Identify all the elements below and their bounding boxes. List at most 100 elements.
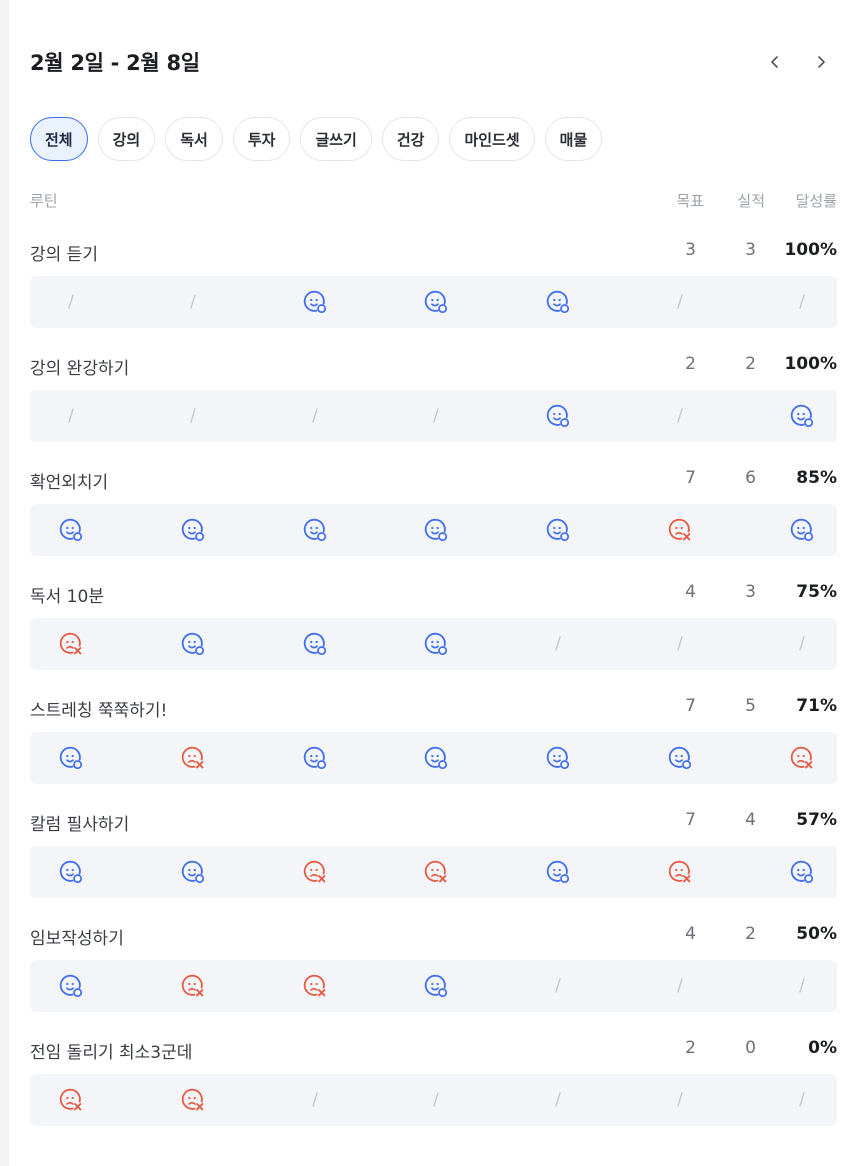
day-empty[interactable]: / [782, 618, 822, 670]
day-empty[interactable]: / [660, 390, 700, 442]
day-done[interactable] [173, 618, 213, 670]
routine-summary-row: 스트레칭 쭉쭉하기! 7 5 71% [30, 692, 837, 726]
day-status-strip [30, 732, 837, 784]
routine-name: 확언외치기 [30, 473, 109, 493]
day-missed[interactable] [782, 732, 822, 784]
day-done[interactable] [51, 732, 91, 784]
tab-reading[interactable]: 독서 [165, 117, 223, 161]
day-empty[interactable]: / [538, 1074, 578, 1126]
routine-goal: 7 [685, 810, 696, 830]
routine-actual: 3 [745, 240, 756, 260]
day-done[interactable] [295, 732, 335, 784]
smile-face-icon [302, 289, 328, 315]
day-done[interactable] [538, 390, 578, 442]
empty-slash: / [312, 406, 318, 426]
routine-rate: 75% [796, 582, 837, 602]
day-missed[interactable] [660, 504, 700, 556]
routine-name: 스트레칭 쭉쭉하기! [30, 701, 168, 721]
day-empty[interactable]: / [538, 960, 578, 1012]
day-missed[interactable] [173, 732, 213, 784]
week-nav [763, 50, 833, 74]
routine-item[interactable]: 임보작성하기 4 2 50% / / / [30, 920, 837, 1020]
day-done[interactable] [538, 732, 578, 784]
next-week-button[interactable] [809, 50, 833, 74]
tab-health[interactable]: 건강 [381, 117, 440, 161]
rate-column-header: 달성률 [795, 192, 837, 210]
day-done[interactable] [660, 732, 700, 784]
day-done[interactable] [782, 390, 822, 442]
day-empty[interactable]: / [538, 618, 578, 670]
empty-slash: / [312, 1090, 318, 1110]
day-done[interactable] [416, 732, 456, 784]
tab-mindset[interactable]: 마인드셋 [449, 117, 535, 161]
day-done[interactable] [173, 846, 213, 898]
day-done[interactable] [51, 504, 91, 556]
day-status-strip: / / / / / [30, 1074, 837, 1126]
day-missed[interactable] [416, 846, 456, 898]
day-empty[interactable]: / [295, 390, 335, 442]
routine-item[interactable]: 강의 듣기 3 3 100% / / / / [30, 236, 837, 336]
day-done[interactable] [416, 504, 456, 556]
day-done[interactable] [295, 276, 335, 328]
routine-item[interactable]: 독서 10분 4 3 75% / / / [30, 578, 837, 678]
day-done[interactable] [51, 846, 91, 898]
day-done[interactable] [782, 504, 822, 556]
day-empty[interactable]: / [782, 960, 822, 1012]
day-missed[interactable] [295, 960, 335, 1012]
routine-item[interactable]: 강의 완강하기 2 2 100% / / / / / [30, 350, 837, 450]
table-header: 루틴 목표 실적 달성률 [30, 190, 837, 214]
tab-listing[interactable]: 매물 [544, 117, 603, 161]
day-empty[interactable]: / [660, 618, 700, 670]
tab-lecture[interactable]: 강의 [97, 117, 156, 161]
day-done[interactable] [173, 504, 213, 556]
routine-item[interactable]: 확언외치기 7 6 85% [30, 464, 837, 564]
day-empty[interactable]: / [782, 1074, 822, 1126]
tab-writing[interactable]: 글쓰기 [300, 117, 372, 161]
routine-goal: 7 [685, 696, 696, 716]
tab-investment[interactable]: 투자 [232, 117, 291, 161]
day-missed[interactable] [660, 846, 700, 898]
routine-goal: 2 [685, 1038, 696, 1058]
tab-all[interactable]: 전체 [30, 117, 88, 161]
day-done[interactable] [295, 504, 335, 556]
day-missed[interactable] [51, 1074, 91, 1126]
day-empty[interactable]: / [660, 1074, 700, 1126]
day-empty[interactable]: / [416, 1074, 456, 1126]
day-missed[interactable] [173, 960, 213, 1012]
day-empty[interactable]: / [660, 276, 700, 328]
smile-face-icon [789, 859, 815, 885]
day-done[interactable] [51, 960, 91, 1012]
day-empty[interactable]: / [173, 276, 213, 328]
day-done[interactable] [416, 276, 456, 328]
sad-face-icon [58, 1087, 84, 1113]
day-missed[interactable] [295, 846, 335, 898]
day-empty[interactable]: / [782, 276, 822, 328]
prev-week-button[interactable] [763, 50, 787, 74]
day-done[interactable] [538, 504, 578, 556]
day-empty[interactable]: / [295, 1074, 335, 1126]
routine-item[interactable]: 스트레칭 쭉쭉하기! 7 5 71% [30, 692, 837, 792]
day-done[interactable] [416, 618, 456, 670]
day-empty[interactable]: / [51, 390, 91, 442]
day-done[interactable] [782, 846, 822, 898]
smile-face-icon [58, 517, 84, 543]
day-done[interactable] [416, 960, 456, 1012]
day-empty[interactable]: / [51, 276, 91, 328]
routine-item[interactable]: 전임 돌리기 최소3군데 2 0 0% / / / / / [30, 1034, 837, 1134]
day-missed[interactable] [173, 1074, 213, 1126]
routine-summary-row: 강의 완강하기 2 2 100% [30, 350, 837, 384]
day-empty[interactable]: / [173, 390, 213, 442]
day-missed[interactable] [51, 618, 91, 670]
day-empty[interactable]: / [660, 960, 700, 1012]
smile-face-icon [423, 745, 449, 771]
routine-name: 임보작성하기 [30, 929, 124, 949]
sad-face-icon [302, 859, 328, 885]
routine-goal: 4 [685, 924, 696, 944]
day-done[interactable] [295, 618, 335, 670]
day-done[interactable] [538, 846, 578, 898]
routine-item[interactable]: 칼럼 필사하기 7 4 57% [30, 806, 837, 906]
smile-face-icon [423, 631, 449, 657]
day-done[interactable] [538, 276, 578, 328]
smile-face-icon [180, 631, 206, 657]
day-empty[interactable]: / [416, 390, 456, 442]
